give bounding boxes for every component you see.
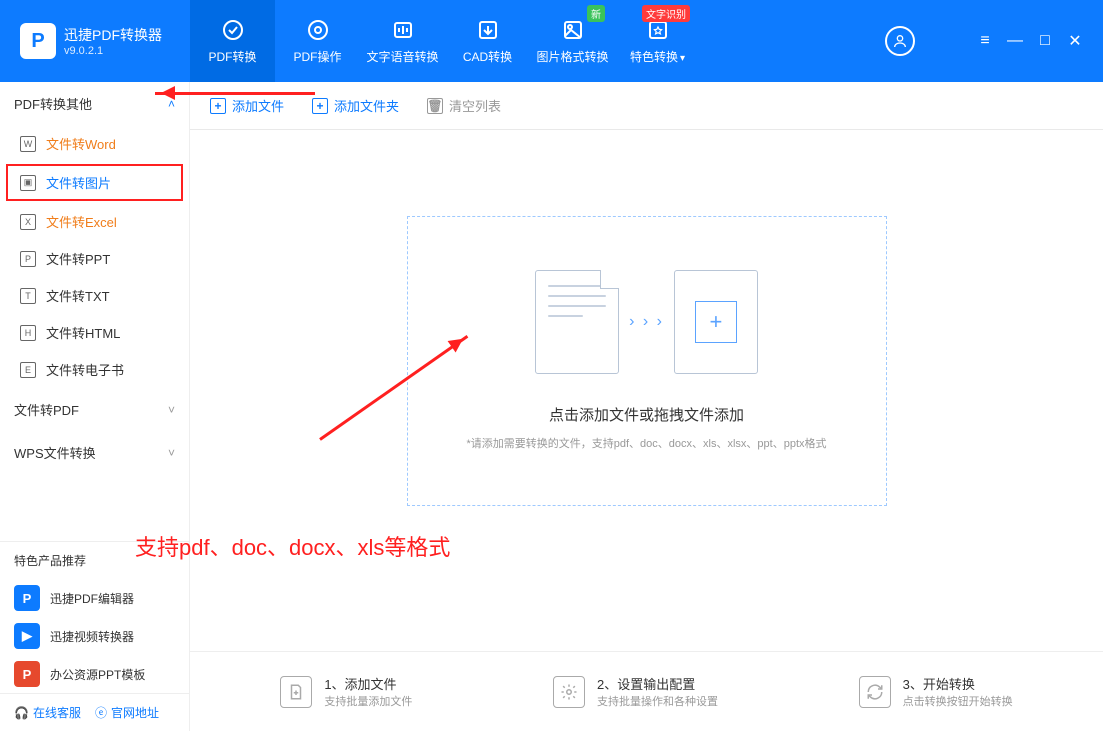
plus-icon: + xyxy=(210,98,226,114)
plus-icon: + xyxy=(312,98,328,114)
official-site-link[interactable]: ⓔ官网地址 xyxy=(95,704,159,721)
annotation-text: 支持pdf、doc、docx、xls等格式 xyxy=(135,530,450,562)
add-folder-button[interactable]: +添加文件夹 xyxy=(312,96,399,115)
app-icon: ▶ xyxy=(14,623,40,649)
add-box-icon: + xyxy=(674,270,758,374)
image-icon xyxy=(561,18,585,42)
window-controls: ≡ — □ ✕ xyxy=(975,31,1085,51)
tab-pdf-operate[interactable]: PDF操作 xyxy=(275,0,360,82)
main-tabs: PDF转换 PDF操作 文字语音转换 CAD转换 新 图片格式转换 文字识别 特… xyxy=(190,0,700,82)
minimize-button[interactable]: — xyxy=(1005,32,1025,50)
dropzone[interactable]: › › › + 点击添加文件或拖拽文件添加 *请添加需要转换的文件，支持pdf、… xyxy=(407,216,887,506)
main-panel: +添加文件 +添加文件夹 🗑清空列表 › › › + 点击添加文件或拖拽文件添加… xyxy=(190,82,1103,731)
audio-icon xyxy=(391,18,415,42)
step-3: 3、开始转换点击转换按钮开始转换 xyxy=(859,674,1013,709)
top-bar: P 迅捷PDF转换器 v9.0.2.1 PDF转换 PDF操作 文字语音转换 C… xyxy=(0,0,1103,82)
tab-cad-convert[interactable]: CAD转换 xyxy=(445,0,530,82)
file-icon: X xyxy=(20,214,36,230)
step-2: 2、设置输出配置支持批量操作和各种设置 xyxy=(553,674,718,709)
app-logo-block: P 迅捷PDF转换器 v9.0.2.1 xyxy=(10,23,190,59)
sidebar-item-html[interactable]: H文件转HTML xyxy=(0,314,189,351)
sidebar-item-image[interactable]: ▣文件转图片 xyxy=(6,164,183,201)
document-icon xyxy=(535,270,619,374)
file-toolbar: +添加文件 +添加文件夹 🗑清空列表 xyxy=(190,82,1103,130)
content-area: › › › + 点击添加文件或拖拽文件添加 *请添加需要转换的文件，支持pdf、… xyxy=(190,130,1103,651)
gear-icon xyxy=(306,18,330,42)
file-icon: ▣ xyxy=(20,175,36,191)
clear-list-button[interactable]: 🗑清空列表 xyxy=(427,96,501,115)
chevron-down-icon: ▾ xyxy=(680,53,685,64)
app-icon: P xyxy=(14,585,40,611)
app-version: v9.0.2.1 xyxy=(64,45,162,57)
app-icon: P xyxy=(14,661,40,687)
step-1: 1、添加文件支持批量添加文件 xyxy=(280,674,412,709)
tab-text-voice[interactable]: 文字语音转换 xyxy=(360,0,445,82)
annotation-arrow xyxy=(155,92,315,95)
chevron-down-icon: ˅ xyxy=(168,446,175,460)
trash-icon: 🗑 xyxy=(427,98,443,114)
file-icon: W xyxy=(20,136,36,152)
sidebar-item-txt[interactable]: T文件转TXT xyxy=(0,277,189,314)
add-file-button[interactable]: +添加文件 xyxy=(210,96,284,115)
recommend-ppt-template[interactable]: P办公资源PPT模板 xyxy=(0,655,189,693)
tab-pdf-convert[interactable]: PDF转换 xyxy=(190,0,275,82)
sidebar: PDF转换其他 ˄ W文件转Word ▣文件转图片 X文件转Excel P文件转… xyxy=(0,82,190,731)
recommend-pdf-editor[interactable]: P迅捷PDF编辑器 xyxy=(0,579,189,617)
online-service-link[interactable]: 🎧在线客服 xyxy=(14,704,81,721)
file-icon: P xyxy=(20,251,36,267)
file-icon: T xyxy=(20,288,36,304)
close-button[interactable]: ✕ xyxy=(1065,31,1085,51)
file-icon: H xyxy=(20,325,36,341)
globe-icon: ⓔ xyxy=(95,704,107,721)
tab-special-convert[interactable]: 文字识别 特色转换▾ xyxy=(615,0,700,82)
menu-button[interactable]: ≡ xyxy=(975,32,995,50)
sidebar-item-ppt[interactable]: P文件转PPT xyxy=(0,240,189,277)
maximize-button[interactable]: □ xyxy=(1035,32,1055,50)
arrow-right-icon: › › › xyxy=(629,313,664,331)
file-icon: E xyxy=(20,362,36,378)
tab-image-convert[interactable]: 新 图片格式转换 xyxy=(530,0,615,82)
recommend-video-converter[interactable]: ▶迅捷视频转换器 xyxy=(0,617,189,655)
sidebar-section-to-pdf[interactable]: 文件转PDF ˅ xyxy=(0,388,189,431)
ocr-badge: 文字识别 xyxy=(642,5,690,22)
sidebar-item-word[interactable]: W文件转Word xyxy=(0,125,189,162)
app-logo-icon: P xyxy=(20,23,56,59)
sidebar-item-excel[interactable]: X文件转Excel xyxy=(0,203,189,240)
new-badge: 新 xyxy=(587,5,605,22)
chevron-down-icon: ˅ xyxy=(168,403,175,417)
file-plus-icon xyxy=(280,676,312,708)
headset-icon: 🎧 xyxy=(14,706,29,720)
steps-footer: 1、添加文件支持批量添加文件 2、设置输出配置支持批量操作和各种设置 3、开始转… xyxy=(190,651,1103,731)
settings-icon xyxy=(553,676,585,708)
dropzone-graphic: › › › + xyxy=(535,270,758,374)
convert-icon xyxy=(221,18,245,42)
dropzone-hint: *请添加需要转换的文件，支持pdf、doc、docx、xls、xlsx、ppt、… xyxy=(466,435,826,451)
user-icon xyxy=(892,33,908,49)
user-account-button[interactable] xyxy=(885,26,915,56)
cad-icon xyxy=(476,18,500,42)
sidebar-section-wps[interactable]: WPS文件转换 ˅ xyxy=(0,431,189,474)
refresh-icon xyxy=(859,676,891,708)
sidebar-item-ebook[interactable]: E文件转电子书 xyxy=(0,351,189,388)
dropzone-title: 点击添加文件或拖拽文件添加 xyxy=(549,404,744,425)
app-title: 迅捷PDF转换器 xyxy=(64,25,162,45)
